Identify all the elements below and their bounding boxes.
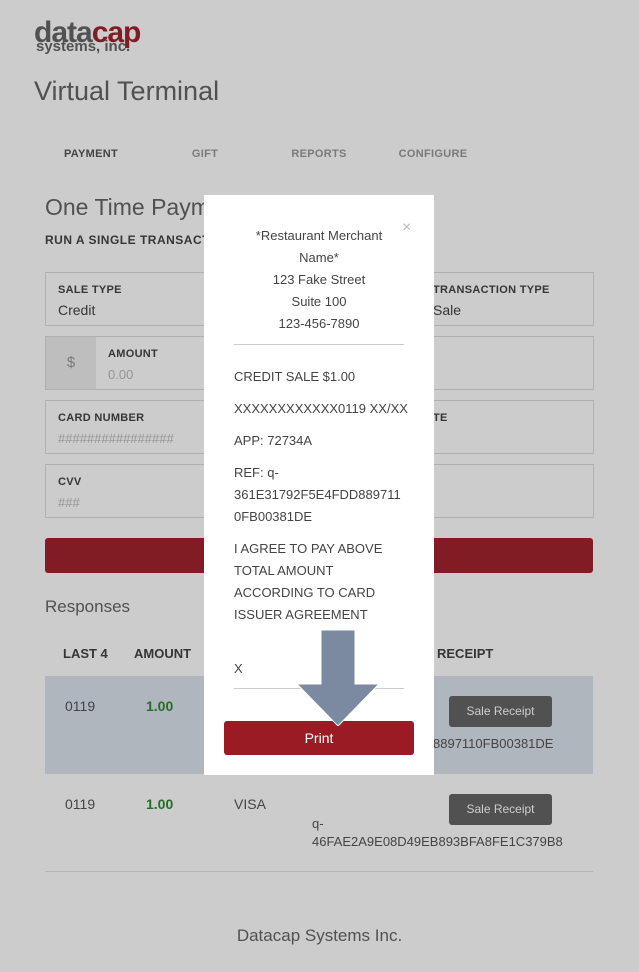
merchant-address1: 123 Fake Street xyxy=(272,272,366,287)
card-line: XXXXXXXXXXXX0119 XX/XX xyxy=(234,401,408,416)
app-line: APP: 72734A xyxy=(234,433,313,448)
agreement-line1: I AGREE TO PAY ABOVE xyxy=(234,541,383,556)
receipt-divider xyxy=(234,344,404,345)
agreement-line2: TOTAL AMOUNT xyxy=(234,563,334,578)
agreement-line3: ACCORDING TO CARD xyxy=(234,585,376,600)
ref-line3: 0FB00381DE xyxy=(234,509,313,524)
down-arrow-icon xyxy=(295,630,381,726)
print-button[interactable]: Print xyxy=(224,721,414,755)
merchant-phone: 123-456-7890 xyxy=(278,316,360,331)
merchant-name-line1: *Restaurant Merchant xyxy=(255,228,383,243)
merchant-name-line2: Name* xyxy=(299,250,339,265)
sale-line: CREDIT SALE $1.00 xyxy=(234,369,356,384)
agreement-line4: ISSUER AGREEMENT xyxy=(234,607,368,622)
merchant-address2: Suite 100 xyxy=(291,294,347,309)
ref-line2: 361E31792F5E4FDD889711 xyxy=(234,487,401,502)
ref-line1: REF: q- xyxy=(234,465,279,480)
signature-mark: X xyxy=(234,661,243,676)
